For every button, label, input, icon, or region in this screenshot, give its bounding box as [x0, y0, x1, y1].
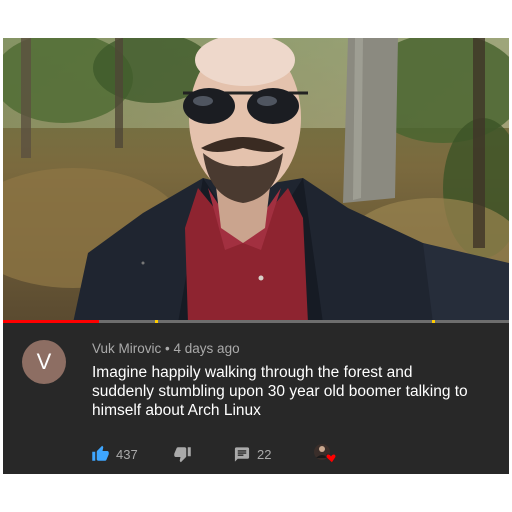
comment-author[interactable]: Vuk Mirovic	[92, 341, 161, 356]
screenshot-frame: V Vuk Mirovic • 4 days ago Imagine happi…	[3, 38, 509, 474]
comment-actions: 437 22	[91, 443, 501, 465]
comment: V Vuk Mirovic • 4 days ago Imagine happi…	[3, 323, 509, 474]
comment-header: Vuk Mirovic • 4 days ago	[92, 341, 240, 356]
video-frame	[3, 38, 509, 323]
video-player[interactable]	[3, 38, 509, 323]
thumbs-down-icon	[174, 447, 191, 463]
thumbs-up-icon	[92, 445, 109, 461]
creator-heart-icon	[314, 444, 337, 464]
comment-time[interactable]: 4 days ago	[174, 341, 240, 356]
like-count: 437	[116, 446, 138, 462]
separator-dot: •	[165, 341, 170, 356]
reply-icon	[234, 446, 250, 462]
like-button[interactable]: 437	[91, 443, 138, 465]
reply-count: 22	[257, 446, 272, 462]
creator-heart[interactable]	[313, 443, 339, 465]
reply-button[interactable]: 22	[233, 443, 271, 465]
dislike-button[interactable]	[173, 443, 192, 465]
avatar[interactable]: V	[22, 340, 66, 384]
comment-text: Imagine happily walking through the fore…	[92, 364, 468, 419]
